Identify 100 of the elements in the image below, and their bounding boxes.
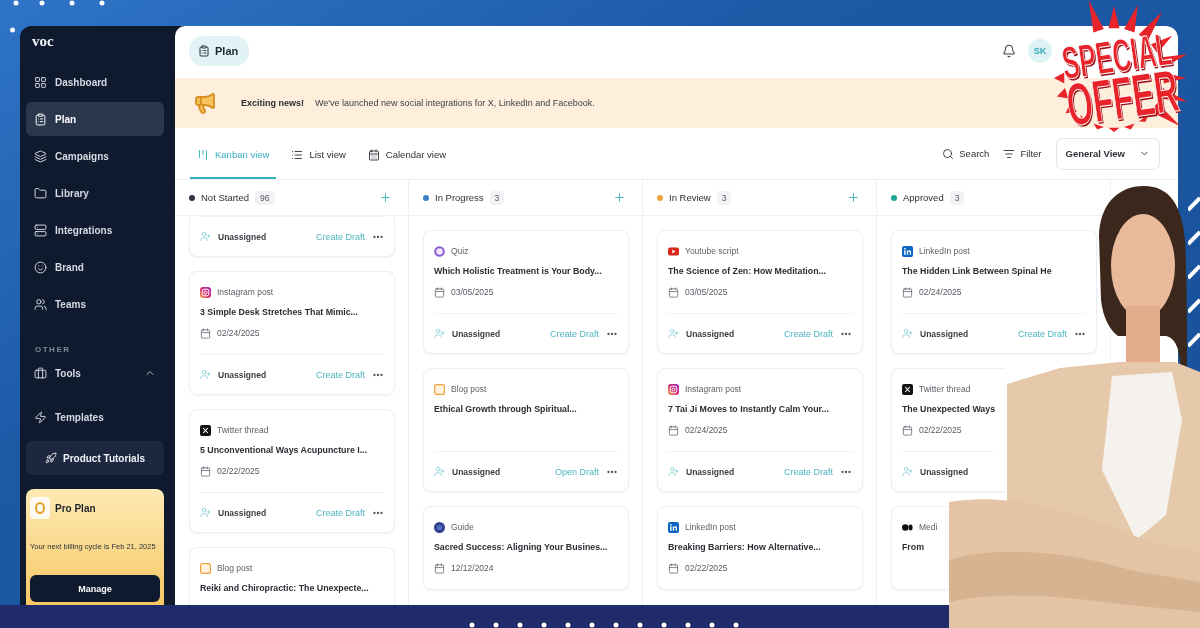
view-tab[interactable]: Calendar view	[360, 128, 454, 179]
card-date: 12/12/2024	[451, 563, 494, 573]
card-title: Reiki and Chiropractic: The Unexpecte...	[200, 582, 369, 594]
content-card[interactable]: Instagram post 7 Tai Ji Moves to Instantly Calm Your... 02/24/2025 Unassigned Create Draft	[657, 368, 863, 492]
nav-item[interactable]: Teams	[26, 287, 164, 321]
camera-icon	[668, 383, 679, 395]
card-title: From	[902, 541, 924, 553]
content-card[interactable]: Youtube script The Science of Zen: How Meditation... 03/05/2025 Unassigned Create Draft	[657, 230, 863, 354]
search-button[interactable]: Search	[942, 145, 990, 162]
nav-item[interactable]: Tools	[26, 356, 164, 390]
ring-tile-icon	[30, 497, 50, 519]
bell-icon[interactable]	[1002, 44, 1016, 58]
card-title: Ethical Growth through Spiritual...	[434, 403, 577, 415]
nav-item[interactable]: Campaigns	[26, 139, 164, 173]
briefcase-icon	[34, 366, 47, 380]
clipboard-icon	[34, 112, 47, 126]
section-label: OTHER	[35, 345, 71, 354]
in-logo-icon	[902, 245, 913, 257]
user-plus-icon[interactable]	[200, 231, 211, 242]
card-date: 03/05/2025	[685, 287, 728, 297]
clipboard-icon	[198, 45, 210, 57]
calendar-icon	[668, 424, 679, 436]
filter-button[interactable]: Filter	[1003, 145, 1042, 162]
card-date: 02/22/2025	[919, 425, 962, 435]
content-card[interactable]: Blog post Ethical Growth through Spiritual... Unassigned Open Draft	[423, 368, 629, 492]
content-card[interactable]: Instagram post 3 Simple Desk Stretches That Mimic... 02/24/2025 Unassigned Create Draft	[189, 271, 395, 395]
content-type-label: LinkedIn post	[919, 246, 970, 256]
view-tab[interactable]: List view	[284, 128, 353, 179]
assignee-label: Unassigned	[452, 328, 501, 339]
card-title: The Science of Zen: How Meditation...	[668, 265, 826, 277]
folder-icon	[34, 186, 47, 200]
user-plus-icon[interactable]	[200, 507, 211, 518]
assignee-label: Unassigned	[218, 369, 267, 380]
content-type-label: Twitter thread	[217, 425, 269, 435]
count-badge: 3	[716, 190, 732, 205]
content-type-label: LinkedIn post	[685, 522, 736, 532]
search-icon	[942, 147, 955, 160]
content-card[interactable]: Twitter thread 5 Unconventional Ways Acupuncture I... 02/22/2025 Unassigned Create Draft	[189, 409, 395, 533]
user-plus-icon[interactable]	[668, 466, 679, 477]
calendar-icon	[367, 148, 380, 161]
assignee-label: Unassigned	[920, 466, 969, 477]
calendar-icon	[902, 286, 913, 298]
content-card[interactable]: Guide Sacred Success: Aligning Your Busines... 12/12/2024	[423, 506, 629, 590]
card-date: 02/22/2025	[217, 466, 260, 476]
view-select[interactable]: General View	[1055, 137, 1160, 170]
dots-icon	[902, 521, 913, 533]
assignee-label: Unassigned	[686, 466, 735, 477]
ring-icon	[434, 245, 445, 257]
user-plus-icon[interactable]	[434, 328, 445, 339]
user-plus-icon[interactable]	[668, 328, 679, 339]
nav-item[interactable]: Brand	[26, 250, 164, 284]
nav-item[interactable]: Dashboard	[26, 65, 164, 99]
grid-icon	[34, 75, 47, 89]
column-title: Approved	[903, 192, 944, 203]
count-badge: 96	[255, 190, 275, 205]
megaphone-icon	[193, 91, 217, 115]
nav-item[interactable]: Plan	[26, 102, 164, 136]
nav-item[interactable]: Library	[26, 176, 164, 210]
content-card[interactable]: LinkedIn post Breaking Barriers: How Alternative... 02/22/2025	[657, 506, 863, 590]
document-icon	[434, 383, 445, 395]
content-card[interactable]: Blog post Reiki and Chiropractic: The Unexpecte...	[189, 547, 395, 605]
add-icon[interactable]	[847, 191, 860, 204]
content-card[interactable]: LinkedIn post The Hidden Link Between Spinal He 02/24/2025 Unassigned Create Draft	[891, 230, 1097, 354]
content-card[interactable]: Unassigned Create Draft	[189, 216, 395, 257]
card-date: 02/22/2025	[685, 563, 728, 573]
content-card[interactable]: Quiz Which Holistic Treatment is Your Body... 03/05/2025 Unassigned Create Draft	[423, 230, 629, 354]
card-title: The Hidden Link Between Spinal He	[902, 265, 1052, 277]
user-plus-icon[interactable]	[902, 328, 913, 339]
smiley-icon	[34, 260, 47, 274]
camera-icon	[200, 286, 211, 298]
page-title: Plan	[215, 45, 239, 57]
lightning-icon	[34, 410, 47, 424]
manage-button[interactable]: Manage	[30, 575, 160, 602]
card-title: 7 Tai Ji Moves to Instantly Calm Your...	[668, 403, 829, 415]
card-date: 02/24/2025	[685, 425, 728, 435]
content-card[interactable]: Twitter thread The Unexpected Ways 02/22/2025 Unassigned	[891, 368, 1005, 492]
content-type-label: Youtube script	[685, 246, 739, 256]
calendar-icon	[200, 465, 211, 477]
play-icon	[668, 245, 679, 257]
filter-icon	[1003, 147, 1016, 160]
user-plus-icon[interactable]	[434, 466, 445, 477]
content-type-label: Instagram post	[217, 287, 274, 297]
user-plus-icon[interactable]	[902, 466, 913, 477]
tutorials-button[interactable]: Product Tutorials	[26, 441, 164, 475]
content-type-label: Guide	[451, 522, 474, 532]
user-plus-icon[interactable]	[200, 369, 211, 380]
column-title: In Review	[669, 192, 711, 203]
in-logo-icon	[668, 521, 679, 533]
calendar-icon	[668, 286, 679, 298]
document-icon	[200, 562, 211, 574]
nav-item[interactable]: Templates	[26, 400, 164, 434]
add-icon[interactable]	[379, 191, 392, 204]
add-icon[interactable]	[613, 191, 626, 204]
column-title: Not Started	[201, 192, 250, 203]
content-card[interactable]: Medi From	[891, 506, 947, 590]
nav-item[interactable]: Integrations	[26, 213, 164, 247]
content-type-label: Blog post	[451, 384, 487, 394]
layers-icon	[34, 149, 47, 163]
banner-message: We've launched new social integrations for X, LinkedIn and Facebook.	[315, 98, 595, 108]
card-date: 03/05/2025	[451, 287, 494, 297]
